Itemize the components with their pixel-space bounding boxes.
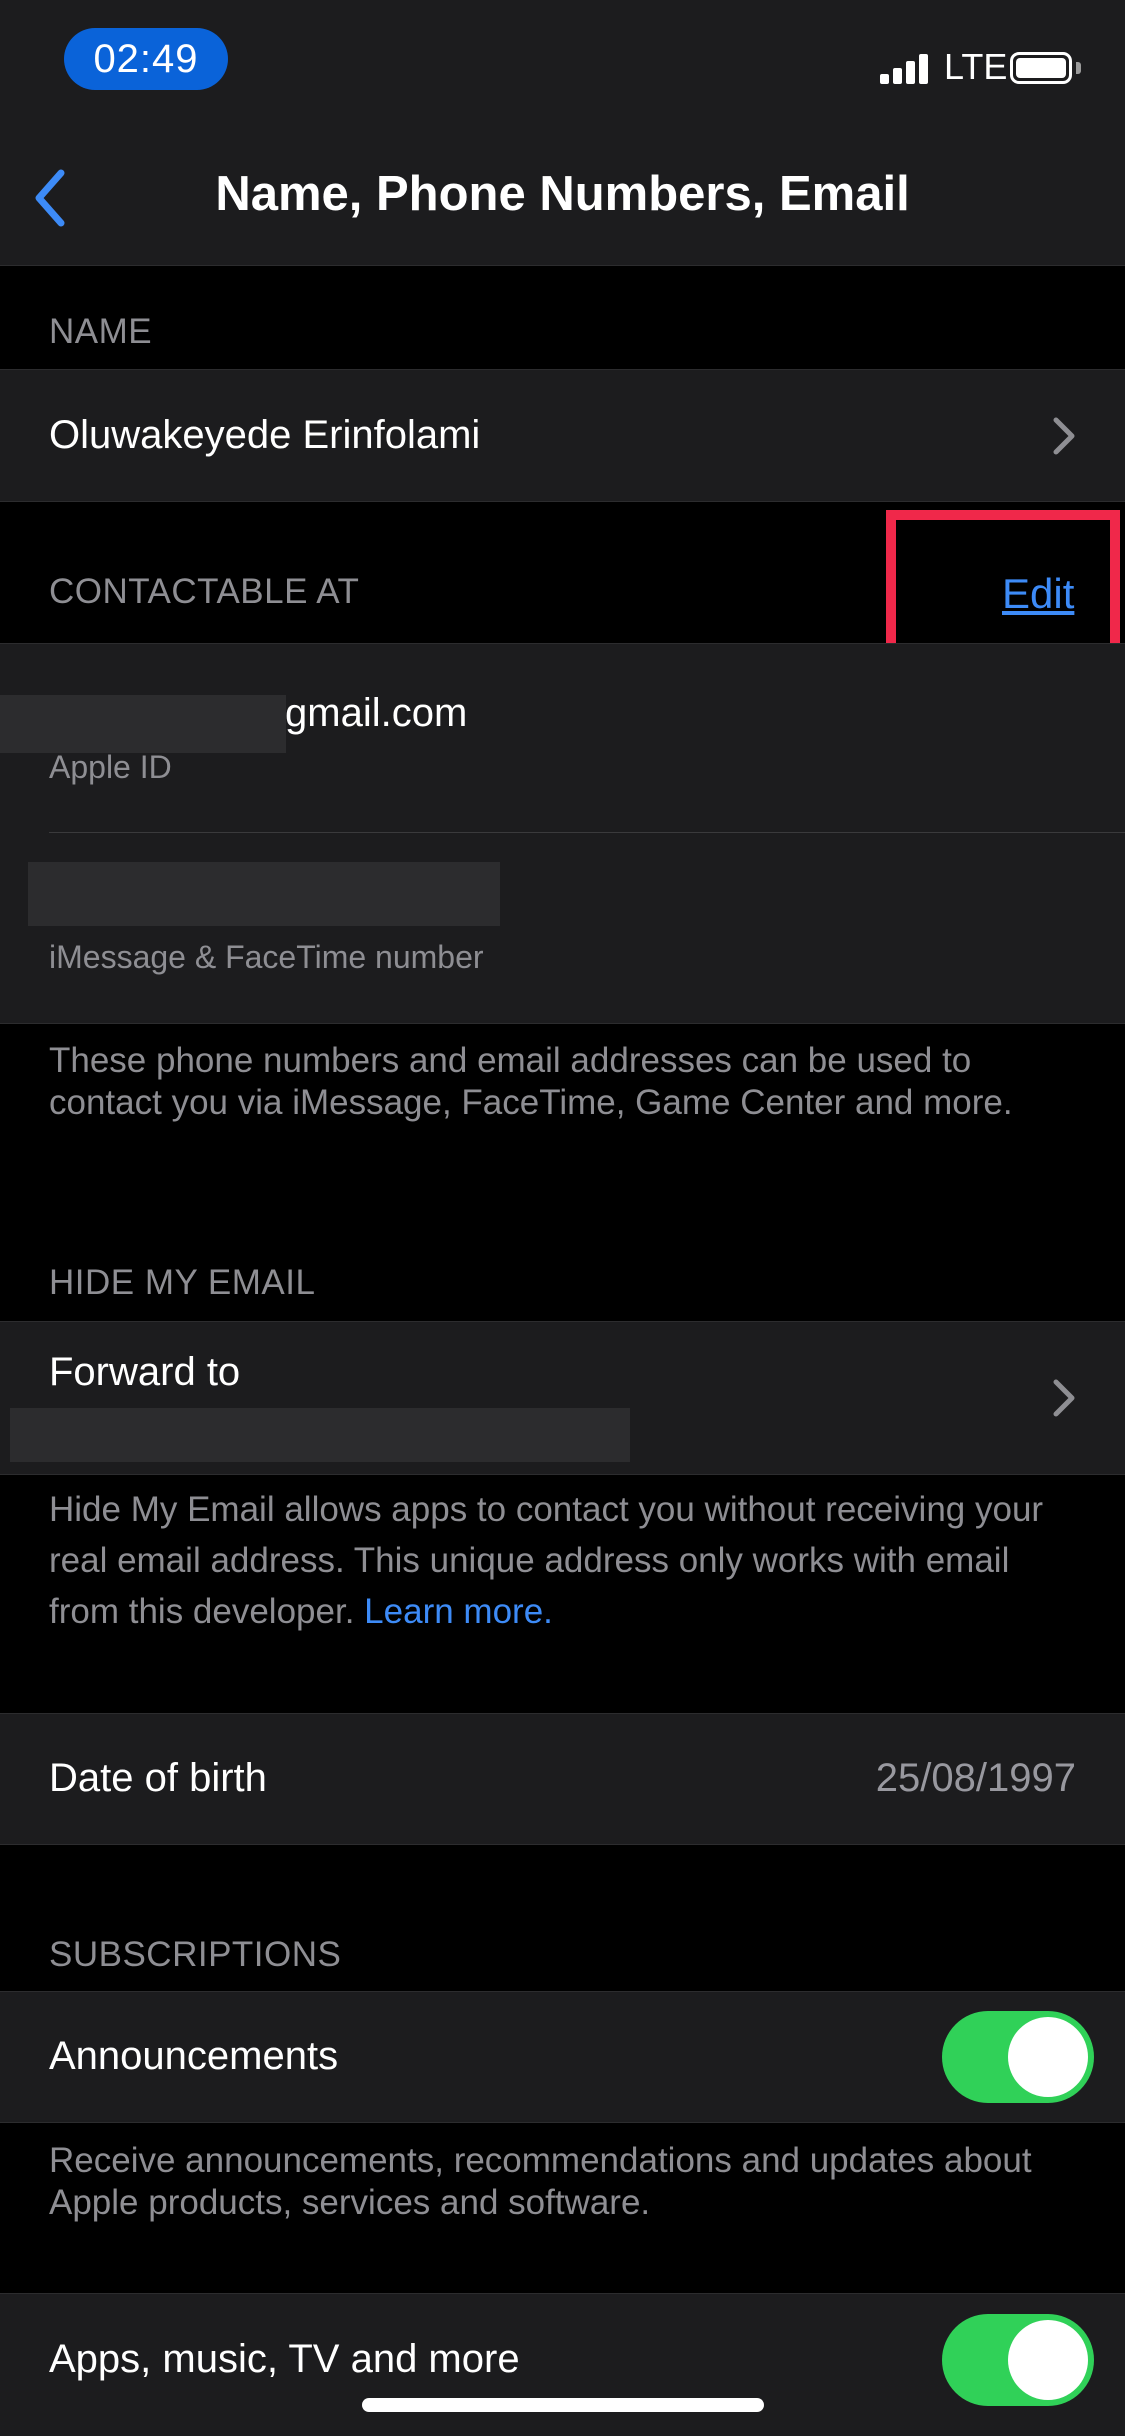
learn-more-link[interactable]: Learn more.: [364, 1592, 553, 1631]
chevron-right-icon: [1053, 1379, 1075, 1417]
apps-music-tv-toggle[interactable]: [942, 2314, 1094, 2406]
redacted-forward-email: [10, 1408, 630, 1462]
redacted-block: [0, 695, 286, 753]
battery-icon: [1010, 52, 1072, 84]
edit-button[interactable]: Edit: [1002, 570, 1074, 618]
contactable-footer: These phone numbers and email addresses …: [49, 1041, 1013, 1122]
apple-id-email[interactable]: gmail.com: [285, 691, 467, 736]
apps-music-tv-label: Apps, music, TV and more: [49, 2337, 520, 2381]
announcements-footer: Receive announcements, recommendations a…: [49, 2141, 1032, 2222]
status-time[interactable]: 02:49: [64, 28, 228, 90]
section-header-contactable: CONTACTABLE AT: [49, 572, 360, 611]
forward-to-label: Forward to: [49, 1350, 241, 1394]
redacted-phone-number: [28, 862, 500, 926]
announcements-toggle[interactable]: [942, 2011, 1094, 2103]
toggle-knob: [1008, 2017, 1088, 2097]
chevron-right-icon: [1053, 417, 1075, 455]
section-header-hide-my-email: HIDE MY EMAIL: [49, 1263, 316, 1302]
name-value: Oluwakeyede Erinfolami: [49, 413, 481, 457]
toggle-knob: [1008, 2320, 1088, 2400]
network-type: LTE: [944, 46, 1008, 87]
page-title: Name, Phone Numbers, Email: [215, 167, 910, 221]
section-header-subscriptions: SUBSCRIPTIONS: [49, 1935, 342, 1974]
battery-tip: [1076, 62, 1081, 74]
apple-id-subtitle: Apple ID: [49, 749, 172, 785]
imessage-subtitle: iMessage & FaceTime number: [49, 939, 484, 975]
hide-my-email-footer: Hide My Email allows apps to contact you…: [49, 1484, 1089, 1637]
row-separator: [49, 832, 1125, 833]
date-of-birth-label: Date of birth: [49, 1756, 267, 1800]
date-of-birth-value: 25/08/1997: [875, 1756, 1076, 1800]
cellular-signal-icon: [880, 54, 932, 84]
announcements-label: Announcements: [49, 2034, 339, 2078]
section-header-name: NAME: [49, 312, 153, 351]
home-indicator[interactable]: [362, 2398, 764, 2412]
